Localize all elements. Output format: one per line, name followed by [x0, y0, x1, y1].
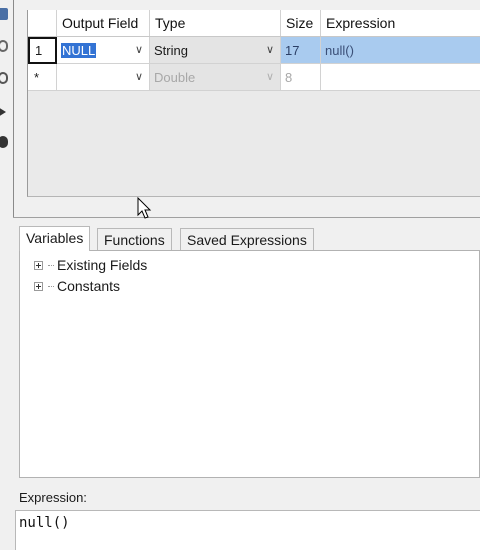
toolbar-icon-1[interactable]: [0, 8, 8, 20]
size-cell[interactable]: 8: [281, 64, 321, 91]
output-field-combo[interactable]: ∨: [57, 64, 150, 91]
arrow-cursor-icon: [137, 196, 155, 221]
splitter[interactable]: [13, 217, 480, 218]
table-row[interactable]: 1 NULL ∨ String ∨ 17 null(): [28, 37, 480, 64]
type-value: Double: [154, 70, 196, 85]
grid-header: Output Field Type Size Expression: [28, 10, 480, 37]
row-header[interactable]: 1: [28, 37, 57, 64]
toolbar-icon-3[interactable]: [0, 72, 8, 84]
left-toolbar: [0, 0, 12, 160]
expression-text[interactable]: null(): [19, 515, 70, 531]
toolbar-arrow-icon[interactable]: [0, 106, 8, 118]
tree-item-constants[interactable]: Constants: [34, 277, 120, 295]
tab-bar: Variables Functions Saved Expressions: [19, 226, 480, 251]
type-combo[interactable]: String ∨: [150, 37, 281, 64]
type-combo[interactable]: Double ∨: [150, 64, 281, 91]
chevron-down-icon[interactable]: ∨: [135, 37, 143, 64]
column-header-type[interactable]: Type: [150, 10, 281, 36]
output-field-combo[interactable]: NULL ∨: [57, 37, 150, 64]
tab-functions[interactable]: Functions: [97, 228, 172, 250]
toolbar-icon-5[interactable]: [0, 136, 8, 148]
table-row[interactable]: * ∨ Double ∨ 8: [28, 64, 480, 91]
column-header-size[interactable]: Size: [281, 10, 321, 36]
tab-variables[interactable]: Variables: [19, 226, 91, 251]
row-header[interactable]: *: [28, 64, 57, 91]
tree-connector: [48, 285, 54, 287]
tab-saved-expressions[interactable]: Saved Expressions: [180, 228, 314, 250]
output-field-value[interactable]: NULL: [61, 43, 97, 58]
tree-item-label: Constants: [57, 278, 121, 294]
plus-box-icon[interactable]: [34, 260, 43, 270]
header-corner: [28, 10, 57, 36]
chevron-down-icon[interactable]: ∨: [135, 64, 143, 91]
panel-divider-vertical: [13, 0, 14, 218]
chevron-down-icon[interactable]: ∨: [266, 37, 274, 64]
chevron-down-icon[interactable]: ∨: [266, 64, 274, 91]
field-grid[interactable]: Output Field Type Size Expression 1 NULL…: [27, 10, 480, 197]
column-header-output-field[interactable]: Output Field: [57, 10, 150, 36]
tree-item-existing-fields[interactable]: Existing Fields: [34, 256, 147, 274]
expression-editor[interactable]: null(): [15, 510, 480, 550]
tree-connector: [48, 264, 54, 266]
expression-cell[interactable]: [321, 64, 480, 91]
plus-box-icon[interactable]: [34, 281, 43, 291]
expression-cell[interactable]: null(): [321, 37, 480, 64]
size-cell[interactable]: 17: [281, 37, 321, 64]
expression-label: Expression:: [19, 490, 87, 505]
toolbar-icon-2[interactable]: [0, 40, 8, 52]
variables-tree[interactable]: Existing Fields Constants: [19, 250, 480, 478]
tree-item-label: Existing Fields: [57, 257, 148, 273]
type-value: String: [154, 43, 188, 58]
column-header-expression[interactable]: Expression: [321, 10, 480, 36]
